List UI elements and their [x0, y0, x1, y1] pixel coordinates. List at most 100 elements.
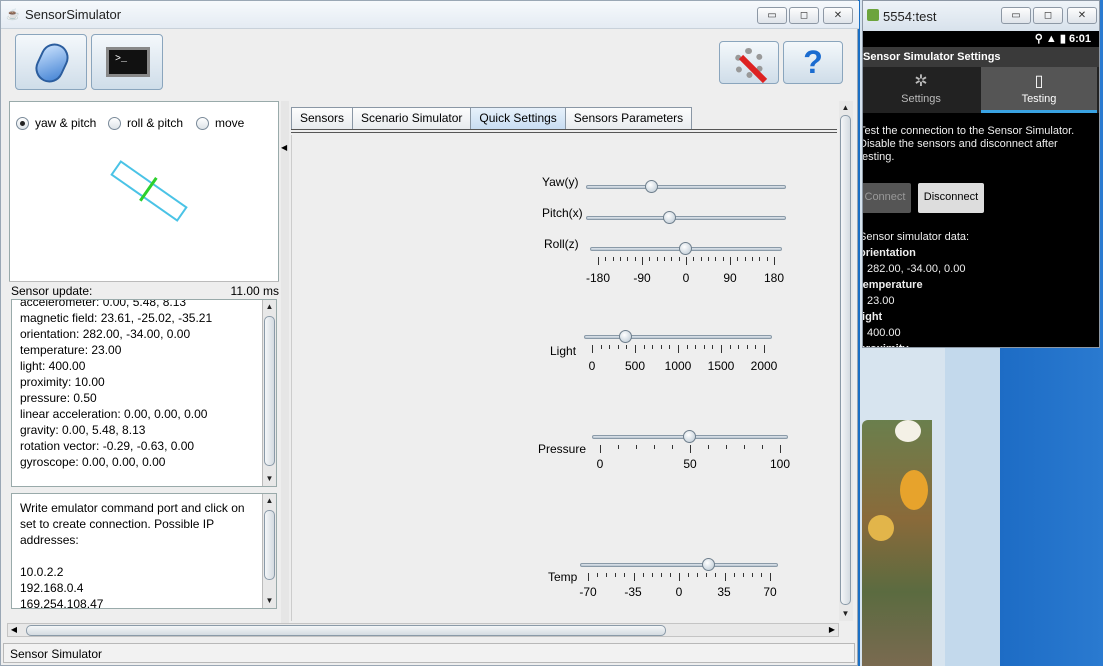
tick-mark: [780, 445, 781, 453]
tick-mark: [744, 257, 746, 261]
sensor-update-value: 11.00 ms: [230, 284, 279, 298]
scroll-down-arrow[interactable]: ▼: [263, 594, 276, 608]
radio-move[interactable]: move: [196, 116, 244, 130]
disconnect-button[interactable]: Disconnect: [918, 183, 984, 213]
info-line: 192.168.0.4: [20, 581, 84, 595]
scroll-down-arrow[interactable]: ▼: [263, 472, 276, 486]
connection-info-text[interactable]: Write emulator command port and click on…: [11, 493, 277, 609]
data-heading: Sensor simulator data:: [863, 231, 970, 243]
pitch-slider-knob[interactable]: [663, 211, 676, 224]
tab-divider: [291, 129, 837, 133]
scroll-up-arrow[interactable]: ▲: [263, 494, 276, 508]
tick-mark: [766, 257, 768, 261]
tick-mark: [664, 257, 665, 261]
tick-mark: [605, 257, 607, 261]
scroll-thumb[interactable]: [264, 510, 275, 580]
temp-ticks: [588, 573, 771, 581]
scroll-up-arrow[interactable]: ▲: [839, 101, 852, 115]
settings-button[interactable]: [719, 41, 779, 84]
emulator-window: 5554:test ▭ ◻ ✕ ⚲ ▲ ▮ 6:01 Sensor Simula…: [862, 0, 1100, 348]
panel-splitter[interactable]: ◀: [281, 101, 289, 623]
tick-mark: [627, 257, 629, 261]
roll-ticks: [598, 257, 775, 265]
temp-slider-track[interactable]: [580, 563, 778, 567]
android-status-bar: ⚲ ▲ ▮ 6:01: [863, 31, 1099, 47]
sensor-update-label: Sensor update:: [11, 284, 93, 298]
tick-mark: [598, 257, 599, 265]
vertical-scrollbar[interactable]: ▲ ▼: [262, 300, 276, 486]
radio-yaw-pitch[interactable]: yaw & pitch: [16, 116, 96, 130]
data-label: light: [863, 311, 883, 323]
light-slider-knob[interactable]: [619, 330, 633, 343]
light-slider-track[interactable]: [584, 335, 772, 339]
scroll-thumb[interactable]: [840, 115, 851, 605]
info-line: addresses:: [20, 533, 79, 547]
sensor-values-list[interactable]: accelerometer: 0.00, 5.48, 8.13 magnetic…: [11, 299, 277, 487]
radio-dot[interactable]: [108, 116, 121, 130]
tick-mark: [722, 257, 724, 261]
pitch-slider-track[interactable]: [586, 216, 786, 220]
tick-mark: [612, 257, 614, 261]
tick-mark: [626, 345, 628, 349]
roll-tick-label: -90: [633, 271, 651, 285]
tick-mark: [649, 257, 651, 261]
minimize-button[interactable]: ▭: [1001, 7, 1031, 24]
scroll-right-arrow[interactable]: ▶: [826, 624, 838, 636]
collapse-arrow-icon[interactable]: ◀: [281, 143, 287, 152]
tick-mark: [678, 345, 679, 353]
light-tick-label: 0: [588, 359, 596, 373]
tick-mark: [770, 573, 771, 581]
tick-mark: [703, 345, 705, 349]
scroll-down-arrow[interactable]: ▼: [839, 607, 852, 621]
tick-mark: [697, 573, 699, 577]
connect-device-button[interactable]: [15, 34, 87, 90]
terminal-icon: >_: [106, 47, 150, 77]
maximize-button[interactable]: ◻: [1033, 7, 1063, 24]
close-button[interactable]: ✕: [823, 7, 853, 24]
tick-mark: [738, 345, 740, 349]
scroll-left-arrow[interactable]: ◀: [8, 624, 20, 636]
sensor-value-line: orientation: 282.00, -34.00, 0.00: [20, 327, 191, 341]
orientation-view: yaw & pitch roll & pitch move: [9, 101, 279, 297]
radio-dot[interactable]: [196, 116, 209, 130]
pressure-slider-knob[interactable]: [683, 430, 696, 443]
maximize-button[interactable]: ◻: [789, 7, 819, 24]
scroll-thumb[interactable]: [264, 316, 275, 466]
right-panel: Sensors Scenario Simulator Quick Setting…: [291, 101, 853, 623]
sensor-value-line: proximity: 10.00: [20, 375, 105, 389]
tab-sensors[interactable]: Sensors: [291, 107, 354, 129]
title-bar: ☕ SensorSimulator ▭ ◻ ✕: [1, 1, 859, 29]
connect-button[interactable]: Connect: [863, 183, 911, 213]
pressure-tick-label: 100: [769, 457, 791, 471]
clock: 6:01: [1068, 33, 1091, 45]
close-button[interactable]: ✕: [1067, 7, 1097, 24]
radio-roll-pitch[interactable]: roll & pitch: [108, 116, 183, 130]
right-vertical-scrollbar[interactable]: ▲ ▼: [839, 101, 853, 621]
help-button[interactable]: ?: [783, 41, 843, 84]
scroll-up-arrow[interactable]: ▲: [263, 300, 276, 314]
tab-quick-settings[interactable]: Quick Settings: [470, 107, 566, 129]
scroll-thumb[interactable]: [26, 625, 666, 636]
terminal-button[interactable]: >_: [91, 34, 163, 90]
tab-settings[interactable]: ✲ Settings: [863, 67, 979, 113]
info-line: Write emulator command port and click on: [20, 501, 245, 515]
yaw-slider-track[interactable]: [586, 185, 786, 189]
horizontal-scrollbar[interactable]: ◀ ▶: [7, 623, 839, 637]
pressure-tick-label: 0: [596, 457, 604, 471]
tab-scenario-simulator[interactable]: Scenario Simulator: [352, 107, 472, 129]
minimize-button[interactable]: ▭: [757, 7, 787, 24]
tab-testing[interactable]: ▯ Testing: [981, 67, 1097, 113]
device-3d-model[interactable]: [110, 160, 188, 222]
radio-dot[interactable]: [16, 116, 29, 130]
testing-description: Test the connection to the Sensor Simula…: [863, 125, 1075, 163]
phone-icon: [30, 38, 74, 88]
temp-slider-knob[interactable]: [701, 558, 715, 571]
roll-slider-knob[interactable]: [679, 242, 692, 255]
tick-mark: [737, 257, 739, 261]
vertical-scrollbar[interactable]: ▲ ▼: [262, 494, 276, 608]
sensor-data-list: Sensor simulator data: orientation 282.0…: [863, 229, 1099, 347]
tick-mark: [764, 345, 765, 353]
yaw-slider-knob[interactable]: [645, 180, 658, 193]
tab-sensors-parameters[interactable]: Sensors Parameters: [564, 107, 693, 129]
data-label: proximity: [863, 341, 1099, 347]
